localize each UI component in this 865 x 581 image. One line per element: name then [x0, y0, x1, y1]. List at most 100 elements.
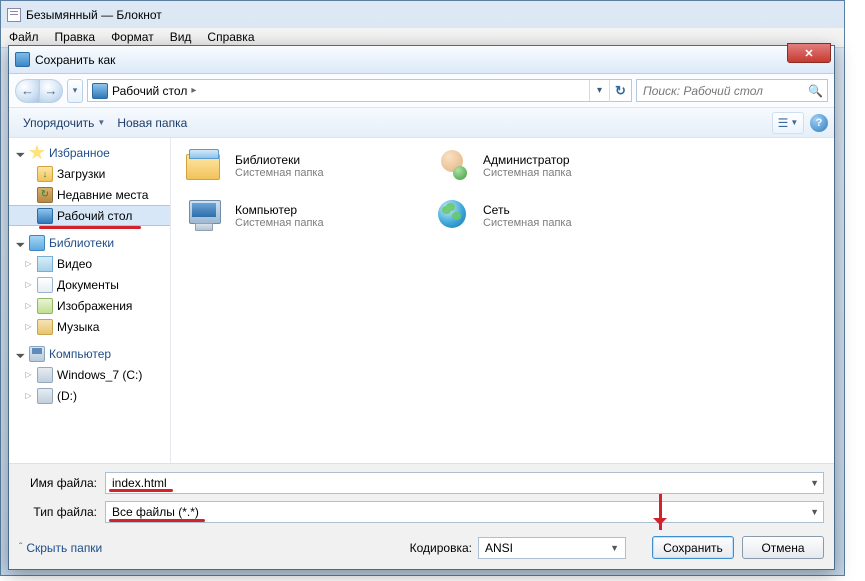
tree-label: Windows_7 (C:)	[57, 368, 142, 382]
notepad-title-text: Безымянный — Блокнот	[26, 8, 162, 22]
drive-icon	[37, 367, 53, 383]
expander-icon[interactable]	[23, 390, 34, 401]
tree-item-drive-c[interactable]: Windows_7 (C:)	[9, 364, 170, 385]
encoding-value: ANSI	[485, 541, 513, 555]
tree-label: Недавние места	[57, 188, 148, 202]
annotation-arrow	[659, 494, 662, 530]
filetype-select[interactable]: Все файлы (*.*) ▼	[105, 501, 824, 523]
bottom-panel: Имя файла: index.html ▼ Тип файла: Все ф…	[9, 464, 834, 569]
breadcrumb-separator-icon[interactable]: ▸	[187, 85, 200, 96]
view-icon: ☰	[778, 116, 789, 130]
nav-history-dropdown[interactable]: ▾	[67, 79, 83, 103]
arrow-left-icon: ←	[21, 83, 34, 98]
tree-item-recent[interactable]: Недавние места	[9, 184, 170, 205]
expander-icon[interactable]	[15, 237, 26, 248]
close-button[interactable]: ✕	[787, 43, 831, 63]
breadcrumb-location[interactable]: Рабочий стол	[112, 84, 187, 98]
tree-favorites[interactable]: Избранное	[9, 142, 170, 163]
close-icon: ✕	[804, 47, 813, 60]
refresh-button[interactable]: ↻	[609, 80, 631, 102]
tree-item-documents[interactable]: Документы	[9, 274, 170, 295]
drive-icon	[37, 388, 53, 404]
chevron-down-icon: ▼	[610, 543, 619, 553]
tree-label: Документы	[57, 278, 119, 292]
list-item-libraries[interactable]: Библиотеки Системная папка	[183, 146, 413, 186]
filetype-value: Все файлы (*.*)	[112, 505, 199, 519]
desktop-icon	[37, 208, 53, 224]
tree-label: Библиотеки	[49, 236, 114, 250]
item-sub: Системная папка	[235, 217, 324, 229]
address-bar[interactable]: Рабочий стол ▸ ▾ ↻	[87, 79, 632, 102]
computer-icon	[29, 346, 45, 362]
tree-libraries[interactable]: Библиотеки	[9, 232, 170, 253]
new-folder-button[interactable]: Новая папка	[111, 112, 193, 134]
tree-label: Загрузки	[57, 167, 105, 181]
file-list[interactable]: Библиотеки Системная папка Администратор…	[171, 138, 834, 463]
recent-icon	[37, 187, 53, 203]
tree-item-desktop[interactable]: Рабочий стол	[9, 205, 170, 226]
address-dropdown-button[interactable]: ▾	[589, 80, 609, 101]
arrow-right-icon: →	[45, 83, 58, 98]
item-name: Компьютер	[235, 203, 324, 217]
hide-folders-label: Скрыть папки	[26, 541, 102, 555]
tree-item-drive-d[interactable]: (D:)	[9, 385, 170, 406]
encoding-select[interactable]: ANSI ▼	[478, 537, 626, 559]
filename-label: Имя файла:	[19, 476, 105, 490]
nav-back-button[interactable]: ←	[15, 79, 39, 103]
organize-label: Упорядочить	[23, 116, 94, 130]
list-item-admin[interactable]: Администратор Системная папка	[431, 146, 661, 186]
toolbar: Упорядочить ▼ Новая папка ☰ ▼ ?	[9, 108, 834, 138]
star-icon	[29, 145, 45, 161]
cancel-button[interactable]: Отмена	[742, 536, 824, 559]
item-name: Администратор	[483, 153, 572, 167]
chevron-down-icon: ▼	[790, 118, 798, 127]
chevron-down-icon[interactable]: ▼	[810, 478, 819, 488]
libraries-icon	[183, 146, 227, 186]
list-item-computer[interactable]: Компьютер Системная папка	[183, 196, 413, 236]
save-button[interactable]: Сохранить	[652, 536, 734, 559]
libraries-icon	[29, 235, 45, 251]
item-sub: Системная папка	[483, 217, 572, 229]
tree-computer[interactable]: Компьютер	[9, 343, 170, 364]
organize-menu[interactable]: Упорядочить ▼	[17, 112, 111, 134]
nav-forward-button[interactable]: →	[39, 79, 63, 103]
tree-label: Рабочий стол	[57, 209, 132, 223]
save-as-dialog: Сохранить как ✕ ← → ▾ Рабочий стол ▸ ▾	[8, 45, 835, 570]
dialog-title: Сохранить как	[35, 53, 115, 67]
tree-label: Видео	[57, 257, 92, 271]
expander-icon[interactable]	[23, 321, 34, 332]
expander-icon[interactable]	[23, 300, 34, 311]
dialog-titlebar[interactable]: Сохранить как ✕	[9, 46, 834, 74]
search-input[interactable]: Поиск: Рабочий стол 🔍	[636, 79, 828, 102]
tree-item-video[interactable]: Видео	[9, 253, 170, 274]
expander-icon[interactable]	[23, 369, 34, 380]
refresh-icon: ↻	[615, 83, 626, 99]
tree-label: (D:)	[57, 389, 77, 403]
chevron-down-icon[interactable]: ▼	[810, 507, 819, 517]
tree-item-images[interactable]: Изображения	[9, 295, 170, 316]
expander-icon[interactable]	[23, 258, 34, 269]
filename-value: index.html	[112, 476, 167, 490]
hide-folders-link[interactable]: ˆ Скрыть папки	[19, 541, 102, 555]
tree-item-music[interactable]: Музыка	[9, 316, 170, 337]
tree-item-downloads[interactable]: Загрузки	[9, 163, 170, 184]
expander-icon[interactable]	[15, 147, 26, 158]
expander-icon[interactable]	[23, 279, 34, 290]
search-icon: 🔍	[808, 84, 823, 98]
list-item-network[interactable]: Сеть Системная папка	[431, 196, 661, 236]
view-options-button[interactable]: ☰ ▼	[772, 112, 804, 134]
item-name: Сеть	[483, 203, 572, 217]
globe-icon	[431, 196, 475, 236]
filename-input[interactable]: index.html ▼	[105, 472, 824, 494]
annotation-underline-filetype	[109, 519, 205, 522]
notepad-titlebar[interactable]: Безымянный — Блокнот	[1, 1, 844, 28]
expander-icon[interactable]	[15, 348, 26, 359]
item-sub: Системная папка	[483, 167, 572, 179]
tree-favorites-label: Избранное	[49, 146, 110, 160]
tree-label: Изображения	[57, 299, 132, 313]
video-icon	[37, 256, 53, 272]
help-button[interactable]: ?	[810, 114, 828, 132]
new-folder-label: Новая папка	[117, 116, 187, 130]
desktop-icon	[92, 83, 108, 99]
annotation-underline-filename	[109, 489, 173, 492]
